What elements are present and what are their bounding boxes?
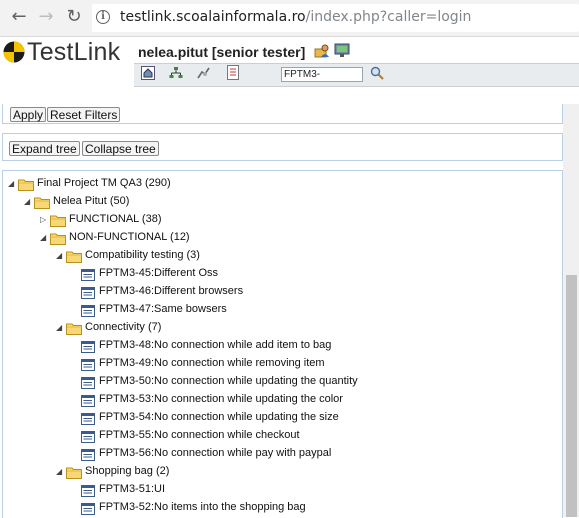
monitor-icon[interactable] — [334, 42, 350, 58]
testlink-logo-icon — [3, 41, 25, 63]
sitemap-icon[interactable] — [169, 66, 183, 80]
tree-node-label[interactable]: FUNCTIONAL (38) — [69, 213, 162, 225]
bug-icon[interactable] — [196, 66, 211, 80]
testcase-icon — [81, 341, 95, 353]
info-icon[interactable]: i — [96, 10, 110, 24]
collapse-arrow-icon[interactable]: ◢ — [56, 324, 64, 332]
expand-tree-button[interactable]: Expand tree — [9, 141, 80, 156]
collapse-arrow-icon[interactable]: ◢ — [40, 234, 48, 242]
tree-node-label[interactable]: FPTM3-50:No connection while updating th… — [99, 375, 358, 387]
tree-node-label[interactable]: FPTM3-52:No items into the shopping bag — [99, 501, 306, 513]
collapse-tree-button[interactable]: Collapse tree — [82, 141, 159, 156]
tree-node-label[interactable]: FPTM3-56:No connection while pay with pa… — [99, 447, 331, 459]
forward-arrow-icon[interactable]: → — [35, 6, 57, 28]
tree-node-label[interactable]: FPTM3-48:No connection while add item to… — [99, 339, 331, 351]
reload-icon[interactable]: ↻ — [63, 6, 85, 28]
tree-node-label[interactable]: FPTM3-54:No connection while updating th… — [99, 411, 339, 423]
back-arrow-icon[interactable]: ← — [8, 6, 30, 28]
testcase-icon — [81, 431, 95, 443]
folder-icon — [66, 250, 82, 263]
folder-icon — [34, 196, 50, 209]
testcase-icon — [81, 287, 95, 299]
collapse-arrow-icon[interactable]: ◢ — [56, 468, 64, 476]
collapse-arrow-icon[interactable]: ◢ — [24, 198, 32, 206]
testcase-icon — [81, 413, 95, 425]
tree-node-label[interactable]: Nelea Pitut (50) — [53, 195, 129, 207]
testcase-icon — [81, 305, 95, 317]
apply-button[interactable]: Apply — [10, 107, 47, 122]
folder-icon — [18, 178, 34, 191]
tree-node-label[interactable]: FPTM3-47:Same bowsers — [99, 303, 227, 315]
tree-node-label[interactable]: Shopping bag (2) — [85, 465, 169, 477]
folder-icon — [50, 214, 66, 227]
collapse-arrow-icon[interactable]: ◢ — [56, 252, 64, 260]
tree-node-label[interactable]: FPTM3-49:No connection while removing it… — [99, 357, 325, 369]
tree-frame: Apply Reset Filters Expand tree Collapse… — [0, 104, 563, 518]
address-bar[interactable]: i testlink.scoalainformala.ro/index.php?… — [92, 4, 579, 32]
collapse-arrow-icon[interactable]: ◢ — [8, 180, 16, 188]
tree-node-label[interactable]: Connectivity (7) — [85, 321, 161, 333]
logo-text: TestLink — [27, 38, 121, 66]
tree-node-label[interactable]: FPTM3-45:Different Oss — [99, 267, 218, 279]
tree-node-label[interactable]: FPTM3-55:No connection while checkout — [99, 429, 300, 441]
user-role: nelea.pitut [senior tester] — [138, 44, 306, 60]
folder-user-icon[interactable] — [314, 43, 330, 59]
tree-node-label[interactable]: Compatibility testing (3) — [85, 249, 200, 261]
browser-toolbar: ← → ↻ i testlink.scoalainformala.ro/inde… — [0, 0, 579, 37]
folder-icon — [66, 466, 82, 479]
testcase-icon — [81, 359, 95, 371]
notes-icon[interactable] — [227, 65, 239, 80]
tree-node-label[interactable]: Final Project TM QA3 (290) — [37, 177, 171, 189]
testcase-icon — [81, 377, 95, 389]
testcase-icon — [81, 449, 95, 461]
folder-icon — [50, 232, 66, 245]
testcase-id-input[interactable] — [281, 67, 363, 82]
tree-node-label[interactable]: FPTM3-51:UI — [99, 483, 165, 495]
search-icon[interactable] — [370, 66, 384, 80]
home-icon[interactable] — [141, 66, 155, 80]
testcase-icon — [81, 503, 95, 515]
folder-icon — [66, 322, 82, 335]
tree-node-label[interactable]: NON-FUNCTIONAL (12) — [69, 231, 190, 243]
tree-node-label[interactable]: FPTM3-46:Different browsers — [99, 285, 243, 297]
reset-filters-button[interactable]: Reset Filters — [47, 107, 121, 122]
tree-node-label[interactable]: FPTM3-53:No connection while updating th… — [99, 393, 343, 405]
testcase-icon — [81, 269, 95, 281]
testcase-icon — [81, 485, 95, 497]
expand-arrow-icon[interactable]: ▷ — [40, 216, 48, 224]
testcase-icon — [81, 395, 95, 407]
scrollbar-thumb[interactable] — [566, 275, 577, 517]
url-text[interactable]: testlink.scoalainformala.ro/index.php?ca… — [120, 9, 471, 25]
